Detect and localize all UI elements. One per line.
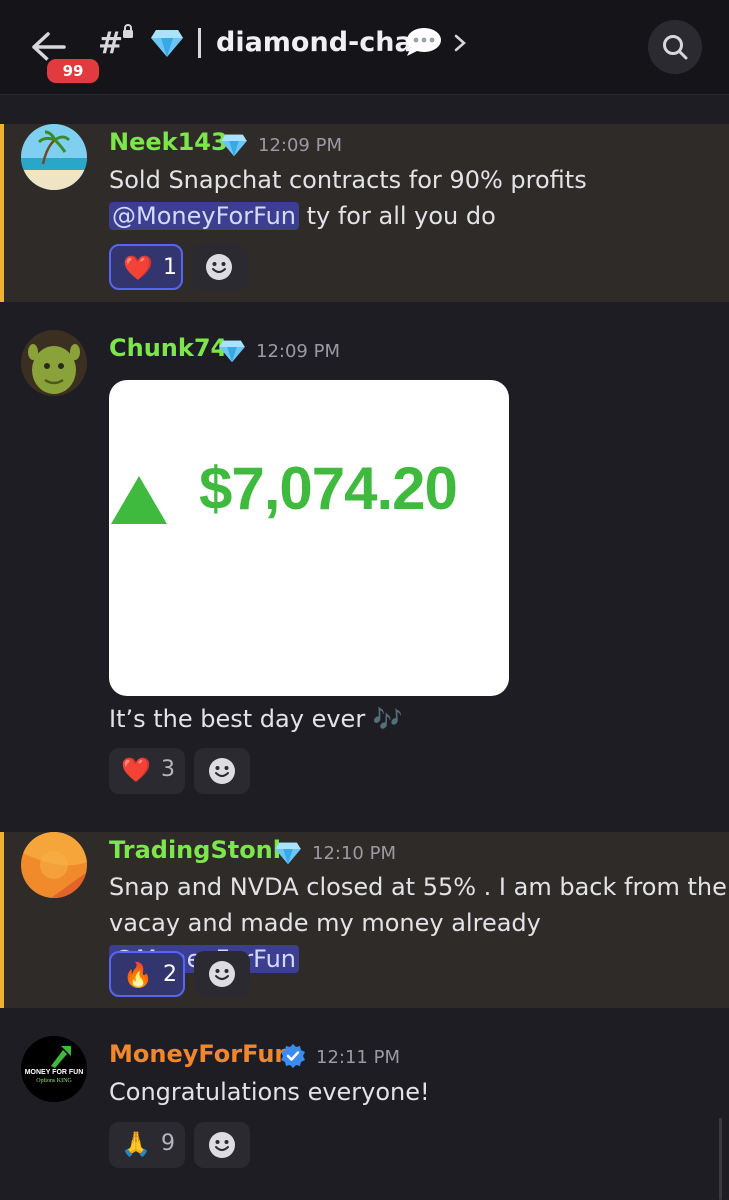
speech-bubble-icon [407,28,441,56]
user-mention[interactable]: @MoneyForFun [109,202,299,230]
mention-highlight-bar [0,832,4,1008]
avatar-logo-subtext: Options KING [36,1078,72,1084]
add-reaction-button[interactable] [191,244,247,290]
channel-header: 99 # diamond-chat [0,0,729,95]
reaction-count: 9 [161,1131,175,1156]
message-neek143[interactable]: Neek143 12:09 PM Sold Snapchat contracts… [0,124,729,302]
diamond-role-icon [219,340,245,363]
avatar-logo-text: MONEY FOR FUN [24,1069,84,1076]
heart-emoji: ❤️ [121,756,151,784]
diamond-role-icon [275,842,301,865]
diamond-icon [151,30,183,57]
smiley-icon [206,254,232,280]
reaction-count: 2 [163,962,177,987]
timestamp: 12:11 PM [316,1047,400,1068]
mention-highlight-bar [0,124,4,302]
username[interactable]: MoneyForFun [109,1040,292,1068]
smiley-icon [209,758,235,784]
add-reaction-button[interactable] [194,951,250,997]
channel-name[interactable]: diamond-chat [216,27,426,58]
avatar[interactable] [21,330,87,396]
username[interactable]: Chunk74 [109,334,227,362]
avatar[interactable] [21,832,87,898]
message-moneyforfun[interactable]: MONEY FOR FUN Options KING MoneyForFun 1… [0,1036,729,1186]
message-text: It’s the best day ever 🎶 [109,705,403,733]
smiley-icon [209,1132,235,1158]
message-tradingstonk[interactable]: TradingStonk 12:10 PM Snap and NVDA clos… [0,832,729,1008]
message-chunk74[interactable]: Chunk74 12:09 PM $7,074.20 It’s the best… [0,330,729,800]
image-attachment[interactable]: $7,074.20 [109,380,509,696]
lock-icon [123,24,133,38]
smiley-icon [209,961,235,987]
reaction-count: 3 [161,757,175,782]
unread-badge: 99 [44,56,102,86]
add-reaction-button[interactable] [194,1122,250,1168]
message-text: Sold Snapchat contracts for 90% profits … [109,162,587,234]
reaction-heart[interactable]: ❤️ 1 [109,244,183,290]
chevron-right-icon[interactable] [452,33,468,53]
username[interactable]: TradingStonk [109,836,289,864]
add-reaction-button[interactable] [194,748,250,794]
header-divider [198,28,201,58]
fire-emoji: 🔥 [123,961,153,989]
folded-hands-emoji: 🙏 [121,1130,151,1158]
message-text: Congratulations everyone! [109,1078,430,1106]
heart-emoji: ❤️ [123,254,153,282]
scrollbar[interactable] [719,1118,722,1200]
hashtag-icon: # [98,26,124,61]
diamond-role-icon [221,134,247,157]
reaction-fire[interactable]: 🔥 2 [109,951,185,997]
timestamp: 12:09 PM [256,341,340,362]
avatar[interactable]: MONEY FOR FUN Options KING [21,1036,87,1102]
reaction-heart[interactable]: ❤️ 3 [109,748,185,794]
avatar[interactable] [21,124,87,190]
reaction-count: 1 [163,255,177,280]
timestamp: 12:10 PM [312,843,396,864]
search-icon [663,35,688,60]
username[interactable]: Neek143 [109,128,228,156]
timestamp: 12:09 PM [258,135,342,156]
reaction-pray[interactable]: 🙏 9 [109,1122,185,1168]
message-line: Sold Snapchat contracts for 90% profits [109,166,587,194]
verified-badge-icon [281,1044,305,1068]
gain-amount: $7,074.20 [199,455,458,522]
message-line: Snap and NVDA closed at 55% . I am back … [109,873,727,901]
message-line-tail: ty for all you do [298,202,496,230]
message-line: vacay and made my money already [109,909,541,937]
triangle-up-icon [111,476,167,524]
search-button[interactable] [648,20,702,74]
